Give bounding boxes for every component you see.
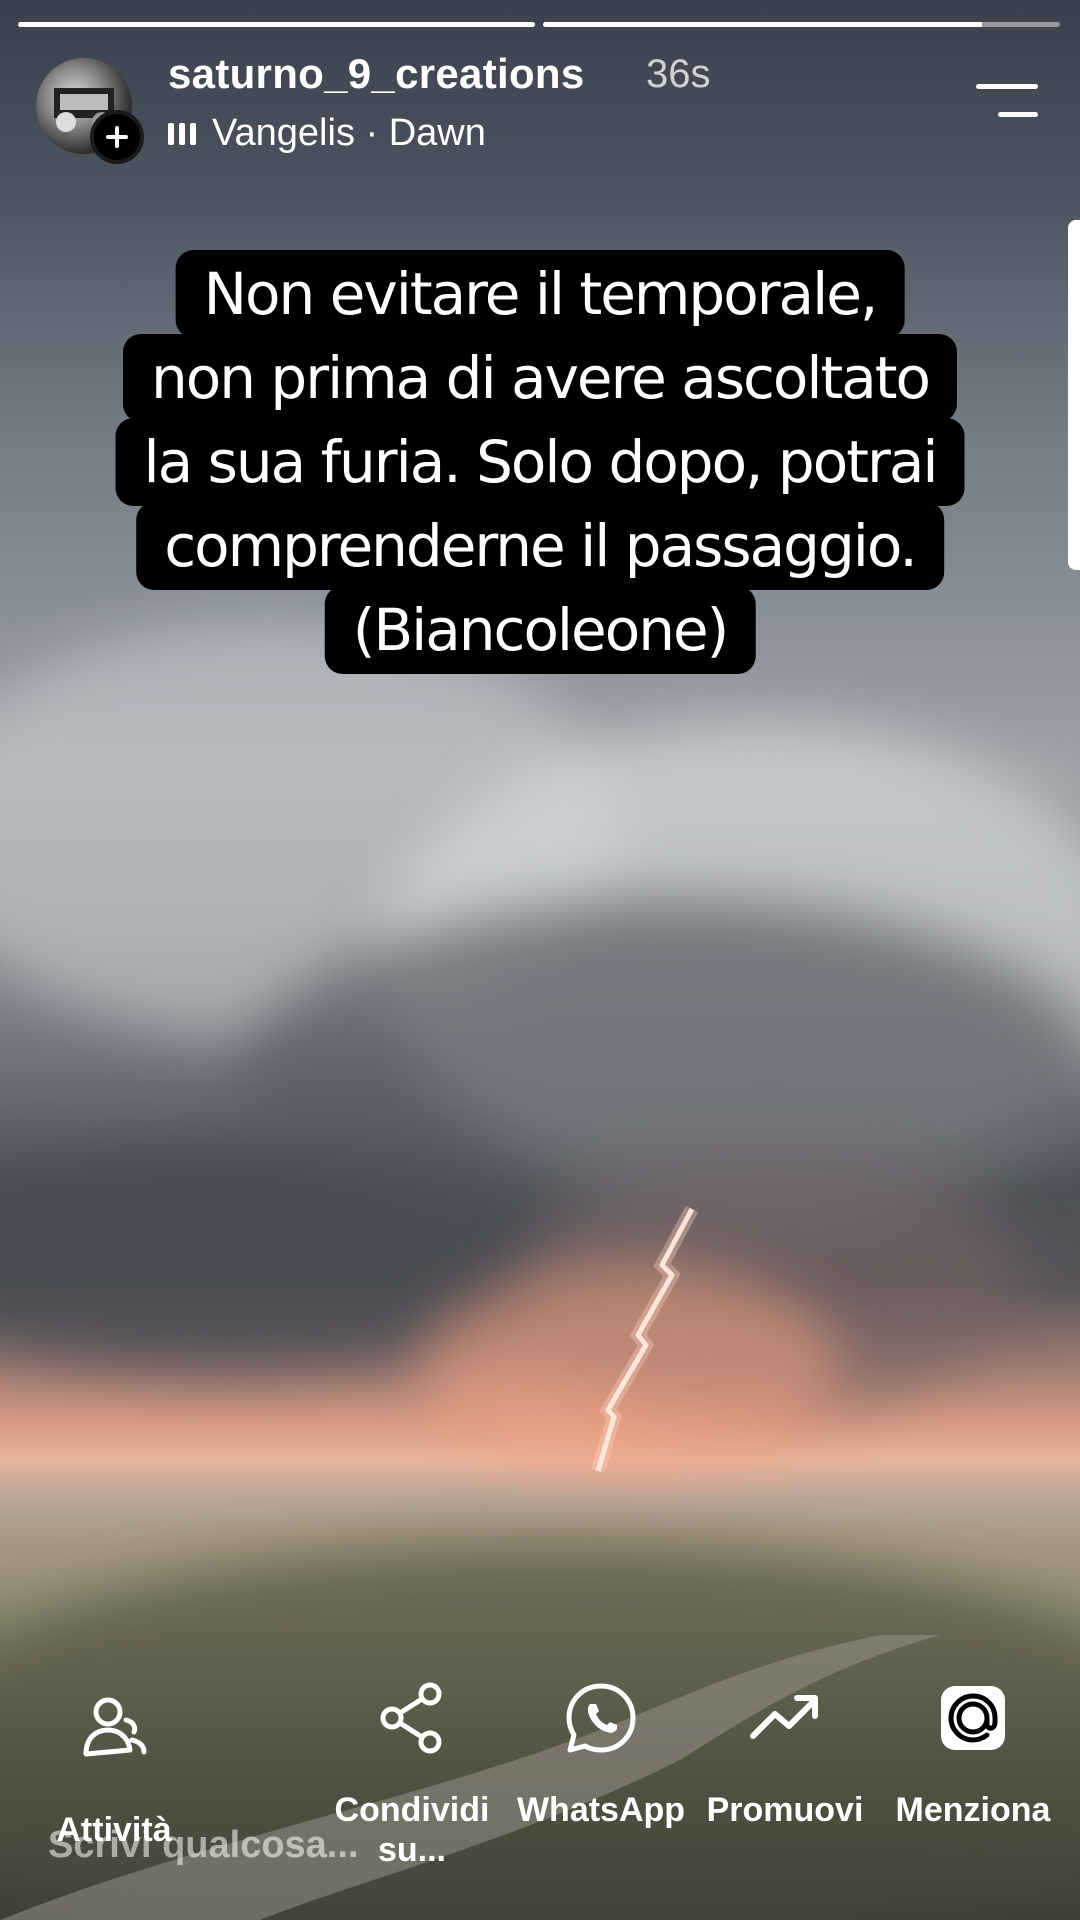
story-time: 36s <box>646 52 711 96</box>
activity-people-icon <box>83 1697 147 1757</box>
action-label: Promuovi <box>706 1791 864 1829</box>
lightning-bolt <box>591 1205 699 1473</box>
story-progress-segment <box>18 22 535 27</box>
activity-button[interactable]: Attività <box>29 1690 199 1849</box>
action-label: Menziona <box>895 1791 1051 1829</box>
share-button[interactable]: Condividi su... <box>327 1680 497 1869</box>
side-panel-handle[interactable] <box>1068 220 1080 570</box>
story-progress-segment <box>543 22 1060 27</box>
add-story-icon[interactable] <box>90 110 144 164</box>
compose-input[interactable]: Scrivi qualcosa... <box>48 1824 358 1867</box>
whatsapp-icon <box>566 1683 636 1753</box>
share-icon <box>380 1682 442 1754</box>
trending-up-icon <box>750 1695 818 1739</box>
quote-line: non prima di avere ascoltato <box>122 334 958 422</box>
music-label: Vangelis · Dawn <box>212 112 486 154</box>
quote-line: comprenderne il passaggio. <box>136 502 944 590</box>
whatsapp-button[interactable]: WhatsApp <box>516 1680 686 1829</box>
quote-line: la sua furia. Solo dopo, potrai <box>115 418 965 506</box>
music-bars-icon <box>168 122 196 146</box>
music-sticker[interactable]: Vangelis · Dawn <box>168 112 486 155</box>
quote-line: Non evitare il temporale, <box>175 250 905 338</box>
action-label: WhatsApp <box>516 1791 686 1829</box>
quote-line: (Biancoleone) <box>324 586 756 674</box>
promote-button[interactable]: Promuovi <box>700 1680 870 1829</box>
at-mention-icon <box>941 1686 1005 1750</box>
menu-icon[interactable] <box>976 84 1038 120</box>
story-progress <box>18 22 1060 27</box>
mention-button[interactable]: Menziona <box>888 1680 1058 1829</box>
username[interactable]: saturno_9_creations <box>168 50 585 98</box>
story-actions-bar: Attività Condividi su... WhatsApp Promuo… <box>0 1680 1080 1900</box>
